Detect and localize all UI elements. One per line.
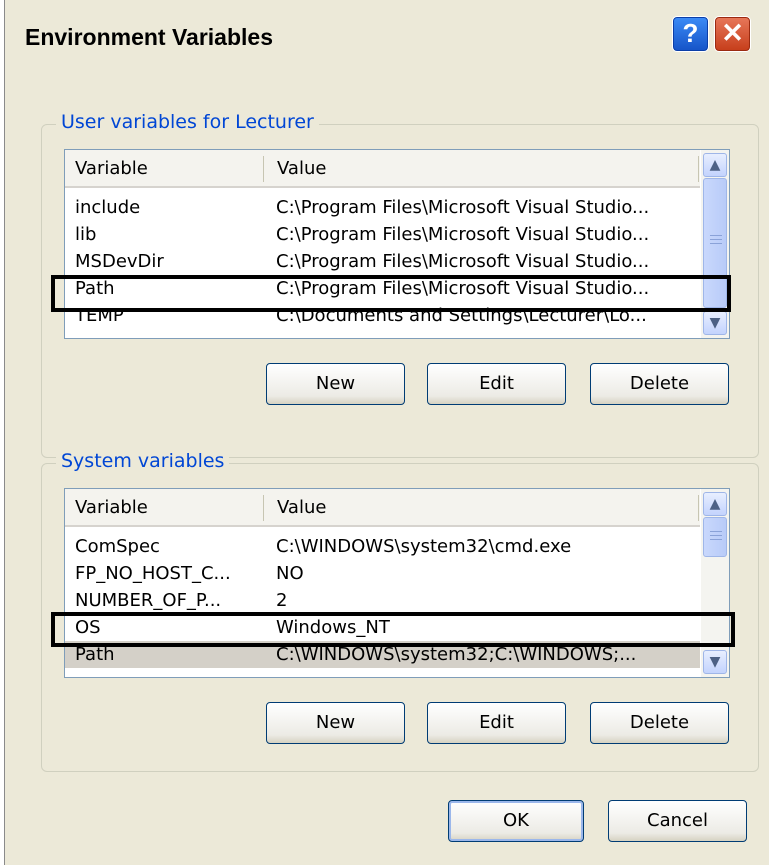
list-item[interactable]: MSDevDir C:\Program Files\Microsoft Visu… — [65, 248, 700, 275]
user-variables-label: User variables for Lecturer — [56, 111, 319, 133]
variable-value: NO — [276, 563, 304, 584]
scroll-up-icon[interactable]: ▲ — [703, 492, 727, 516]
scroll-thumb[interactable] — [703, 517, 727, 557]
column-header-value[interactable]: Value — [277, 150, 326, 186]
system-variables-list[interactable]: Variable Value ComSpec C:\WINDOWS\system… — [64, 488, 730, 678]
help-button[interactable]: ? — [672, 16, 709, 52]
scroll-down-icon[interactable]: ▼ — [703, 650, 727, 674]
user-edit-button[interactable]: Edit — [427, 363, 566, 405]
ok-button[interactable]: OK — [448, 800, 584, 842]
list-item[interactable]: include C:\Program Files\Microsoft Visua… — [65, 194, 700, 221]
variable-name: FP_NO_HOST_C... — [75, 563, 231, 584]
close-button[interactable]: ✕ — [714, 16, 751, 52]
grip-line — [710, 531, 722, 532]
column-separator[interactable] — [263, 495, 264, 521]
scroll-down-icon[interactable]: ▼ — [703, 311, 727, 335]
cancel-button[interactable]: Cancel — [608, 800, 747, 842]
column-separator[interactable] — [698, 495, 699, 521]
dialog-title: Environment Variables — [25, 24, 273, 50]
column-separator[interactable] — [698, 156, 699, 182]
variable-name: MSDevDir — [75, 251, 164, 272]
grip-line — [710, 535, 722, 536]
variable-value: C:\WINDOWS\system32\cmd.exe — [276, 536, 572, 557]
column-header-variable[interactable]: Variable — [75, 489, 148, 525]
list-item[interactable]: ComSpec C:\WINDOWS\system32\cmd.exe — [65, 533, 700, 560]
variable-value: C:\Program Files\Microsoft Visual Studio… — [276, 224, 650, 245]
variable-name: ComSpec — [75, 536, 160, 557]
system-variables-label: System variables — [56, 450, 230, 472]
variable-name: NUMBER_OF_P... — [75, 590, 222, 611]
grip-line — [710, 539, 722, 540]
list-item[interactable]: lib C:\Program Files\Microsoft Visual St… — [65, 221, 700, 248]
variable-value: 2 — [276, 590, 288, 611]
grip-line — [710, 243, 722, 244]
column-header-value[interactable]: Value — [277, 489, 326, 525]
path-highlight-box — [51, 275, 731, 312]
user-new-button[interactable]: New — [266, 363, 405, 405]
list-header: Variable Value — [65, 150, 700, 188]
scroll-up-icon[interactable]: ▲ — [703, 153, 727, 177]
list-header: Variable Value — [65, 489, 700, 527]
system-new-button[interactable]: New — [266, 702, 405, 744]
title-bar[interactable]: Environment Variables ? ✕ — [5, 0, 769, 84]
path-highlight-box — [51, 612, 735, 647]
variable-value: C:\Program Files\Microsoft Visual Studio… — [276, 251, 650, 272]
system-delete-button[interactable]: Delete — [590, 702, 729, 744]
list-item[interactable]: NUMBER_OF_P... 2 — [65, 587, 700, 614]
column-separator[interactable] — [263, 156, 264, 182]
system-edit-button[interactable]: Edit — [427, 702, 566, 744]
grip-line — [710, 235, 722, 236]
variable-name: lib — [75, 224, 97, 245]
variable-value: C:\Program Files\Microsoft Visual Studio… — [276, 197, 650, 218]
environment-variables-dialog: Environment Variables ? ✕ User variables… — [4, 0, 769, 865]
variable-name: include — [75, 197, 141, 218]
vertical-scrollbar[interactable]: ▲ ▼ — [701, 489, 729, 677]
list-item[interactable]: FP_NO_HOST_C... NO — [65, 560, 700, 587]
user-delete-button[interactable]: Delete — [590, 363, 729, 405]
grip-line — [710, 239, 722, 240]
column-header-variable[interactable]: Variable — [75, 150, 148, 186]
